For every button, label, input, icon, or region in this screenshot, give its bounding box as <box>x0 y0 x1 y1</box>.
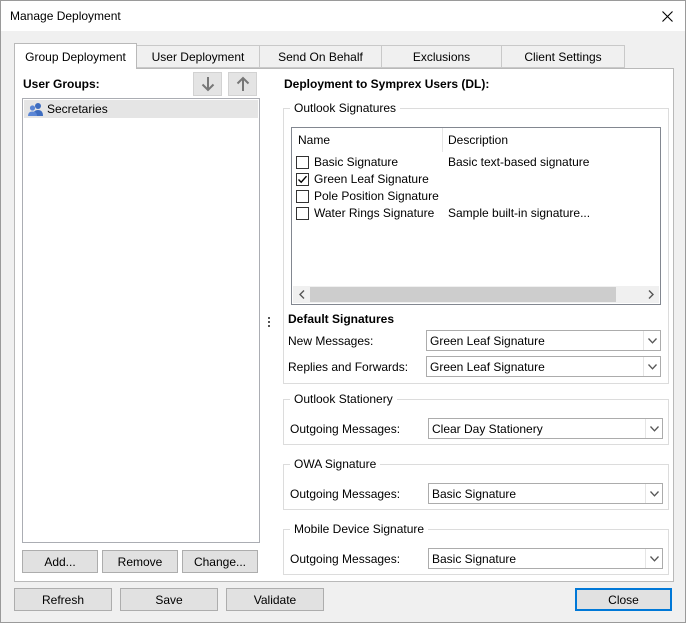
stationery-outgoing-select[interactable]: Clear Day Stationery <box>428 418 663 439</box>
chevron-down-icon <box>645 549 662 568</box>
signature-checkbox[interactable] <box>296 156 309 169</box>
selected-value: Green Leaf Signature <box>430 334 545 348</box>
close-button[interactable]: Close <box>575 588 672 611</box>
signature-name: Pole Position Signature <box>314 189 439 203</box>
title-bar: Manage Deployment <box>1 1 685 31</box>
change-group-button[interactable]: Change... <box>182 550 258 573</box>
owa-signature-group: OWA Signature Outgoing Messages: Basic S… <box>283 457 669 510</box>
chevron-right-icon <box>648 290 654 299</box>
default-signatures-heading: Default Signatures <box>288 312 395 326</box>
user-groups-heading: User Groups: <box>23 77 100 91</box>
window-close-button[interactable] <box>649 1 685 31</box>
save-button[interactable]: Save <box>120 588 218 611</box>
selected-value: Basic Signature <box>432 487 517 501</box>
replies-forwards-label: Replies and Forwards: <box>288 360 409 374</box>
tab-exclusions[interactable]: Exclusions <box>381 45 502 68</box>
validate-button[interactable]: Validate <box>226 588 324 611</box>
group-deployment-panel: User Groups: Secretaries Add... Remove C… <box>14 68 674 582</box>
signature-checkbox[interactable] <box>296 207 309 220</box>
new-messages-select[interactable]: Green Leaf Signature <box>426 330 661 351</box>
tab-group-deployment[interactable]: Group Deployment <box>14 43 137 69</box>
signatures-list[interactable]: Name Description Basic Signature Basic t… <box>291 127 661 305</box>
add-group-button[interactable]: Add... <box>22 550 98 573</box>
tab-client-settings[interactable]: Client Settings <box>501 45 625 68</box>
arrow-up-icon <box>236 76 249 91</box>
table-row[interactable]: Water Rings Signature Sample built-in si… <box>292 205 658 222</box>
owa-signature-title: OWA Signature <box>290 457 381 471</box>
mobile-signature-title: Mobile Device Signature <box>290 522 429 536</box>
close-icon <box>661 10 673 22</box>
move-up-button[interactable] <box>228 72 257 96</box>
tab-label: Client Settings <box>524 49 602 64</box>
owa-outgoing-label: Outgoing Messages: <box>290 487 401 501</box>
refresh-button[interactable]: Refresh <box>14 588 112 611</box>
chevron-down-icon <box>643 331 660 350</box>
signature-name: Basic Signature <box>314 155 399 169</box>
arrow-down-icon <box>201 77 214 92</box>
selected-value: Basic Signature <box>432 552 517 566</box>
chevron-left-icon <box>298 290 304 299</box>
outlook-signatures-title: Outlook Signatures <box>290 101 401 115</box>
new-messages-label: New Messages: <box>288 334 374 348</box>
scroll-left-button[interactable] <box>293 286 310 303</box>
signature-name: Water Rings Signature <box>314 206 435 220</box>
outlook-stationery-group: Outlook Stationery Outgoing Messages: Cl… <box>283 392 669 445</box>
column-header-description[interactable]: Description <box>448 128 508 152</box>
scroll-right-button[interactable] <box>642 286 659 303</box>
outlook-signatures-group: Outlook Signatures Name Description Basi… <box>283 101 669 384</box>
tab-label: Exclusions <box>412 49 471 64</box>
user-groups-list[interactable]: Secretaries <box>22 98 260 543</box>
user-group-icon <box>28 102 43 116</box>
replies-forwards-select[interactable]: Green Leaf Signature <box>426 356 661 377</box>
outlook-stationery-title: Outlook Stationery <box>290 392 397 406</box>
deployment-heading: Deployment to Symprex Users (DL): <box>284 77 490 91</box>
chevron-down-icon <box>645 419 662 438</box>
table-row[interactable]: Pole Position Signature <box>292 188 658 205</box>
selected-value: Clear Day Stationery <box>432 422 543 436</box>
column-header-name[interactable]: Name <box>298 128 330 152</box>
horizontal-scrollbar[interactable] <box>293 286 659 303</box>
chevron-down-icon <box>643 357 660 376</box>
splitter-handle[interactable] <box>268 317 271 331</box>
tab-label: Send On Behalf <box>278 49 363 64</box>
remove-group-button[interactable]: Remove <box>102 550 178 573</box>
signature-checkbox[interactable] <box>296 173 309 186</box>
move-down-button[interactable] <box>193 72 222 96</box>
checkmark-icon <box>298 175 308 184</box>
mobile-outgoing-select[interactable]: Basic Signature <box>428 548 663 569</box>
tab-user-deployment[interactable]: User Deployment <box>136 45 260 68</box>
owa-outgoing-select[interactable]: Basic Signature <box>428 483 663 504</box>
signature-description: Basic text-based signature <box>448 155 590 169</box>
signature-name: Green Leaf Signature <box>314 172 429 186</box>
tab-label: User Deployment <box>151 49 245 64</box>
signature-checkbox[interactable] <box>296 190 309 203</box>
mobile-signature-group: Mobile Device Signature Outgoing Message… <box>283 522 669 575</box>
chevron-down-icon <box>645 484 662 503</box>
table-row[interactable]: Basic Signature Basic text-based signatu… <box>292 154 658 171</box>
mobile-outgoing-label: Outgoing Messages: <box>290 552 401 566</box>
selected-value: Green Leaf Signature <box>430 360 545 374</box>
tab-send-on-behalf[interactable]: Send On Behalf <box>259 45 382 68</box>
list-item[interactable]: Secretaries <box>24 100 258 118</box>
manage-deployment-window: Manage Deployment Group Deployment User … <box>0 0 686 623</box>
table-row[interactable]: Green Leaf Signature <box>292 171 658 188</box>
stationery-outgoing-label: Outgoing Messages: <box>290 422 401 436</box>
signature-description: Sample built-in signature... <box>448 206 591 220</box>
scrollbar-thumb[interactable] <box>310 287 616 302</box>
group-name: Secretaries <box>47 102 108 116</box>
tab-label: Group Deployment <box>25 49 126 64</box>
window-title: Manage Deployment <box>10 9 121 23</box>
